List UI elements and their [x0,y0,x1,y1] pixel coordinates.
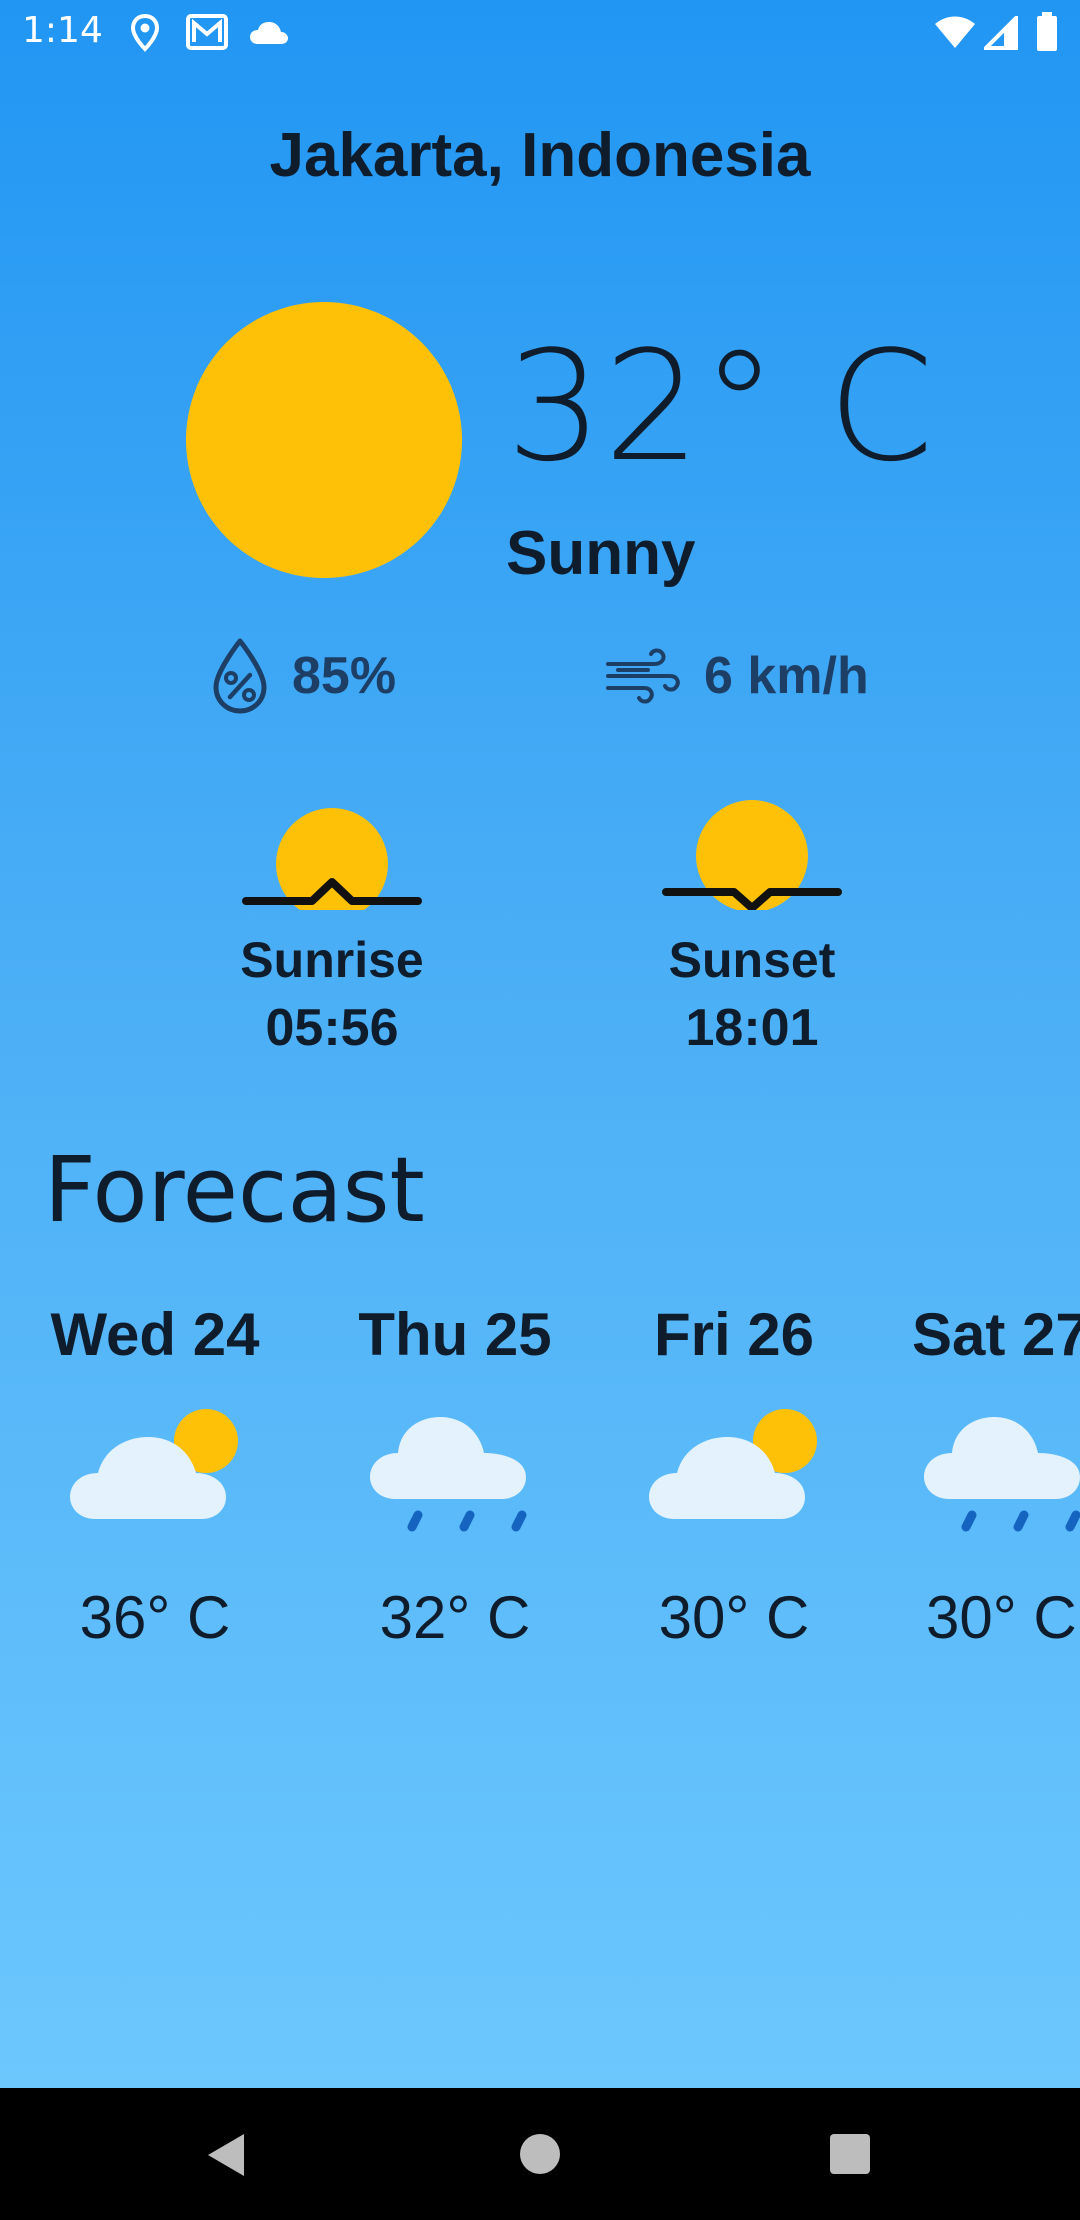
forecast-day: Sat 27 [912,1301,1080,1368]
sunrise-block: Sunrise 05:56 [202,800,462,1060]
sunrise-icon [242,808,422,910]
partly-cloudy-icon [649,1409,817,1519]
forecast-day: Thu 25 [358,1301,552,1368]
rain-cloud-icon [370,1417,527,1532]
forecast-item-thu[interactable]: Thu 25 32° C [335,1300,575,1652]
mail-icon [186,14,228,50]
cloud-icon [250,22,288,44]
weather-screen: 1:14 Jakarta, Indonesia 32° C Sunny 85% … [0,0,1080,2088]
forecast-temp: 30° C [658,1584,810,1651]
forecast-item-wed[interactable]: Wed 24 36° C [35,1300,275,1652]
forecast-title: Forecast [44,1138,425,1243]
navigation-bar [0,2088,1080,2220]
forecast-temp: 30° C [926,1584,1077,1651]
home-icon[interactable] [518,2132,562,2176]
rain-cloud-icon [924,1417,1080,1532]
wind-icon [606,648,680,704]
status-bar: 1:14 [0,0,1080,66]
sunset-label: Sunset [668,932,836,988]
forecast-day: Wed 24 [50,1301,260,1368]
sunrise-time: 05:56 [265,999,399,1057]
wind-value: 6 km/h [704,647,869,705]
humidity-drop-icon [213,638,267,714]
humidity-value: 85% [292,647,397,705]
sunset-block: Sunset 18:01 [622,800,882,1060]
forecast-day: Fri 26 [653,1301,815,1368]
sunrise-label: Sunrise [240,932,424,988]
current-temperature: 32° C [506,318,935,495]
humidity-stat: 85% [210,636,396,716]
partly-cloudy-icon [70,1409,238,1519]
back-icon[interactable] [204,2132,248,2178]
signal-icon [984,16,1018,50]
sun-icon [186,302,462,578]
forecast-temp: 32° C [379,1584,531,1651]
status-time: 1:14 [22,10,103,51]
forecast-item-sat[interactable]: Sat 27 30° C [890,1300,1080,1652]
recents-icon[interactable] [828,2132,872,2176]
location-title: Jakarta, Indonesia [269,121,811,190]
location-icon [130,14,160,52]
wind-stat: 6 km/h [604,636,869,716]
sunset-time: 18:01 [685,999,819,1057]
sunset-icon [662,800,842,910]
forecast-temp: 36° C [79,1584,231,1651]
forecast-item-fri[interactable]: Fri 26 30° C [614,1300,854,1652]
battery-icon [1037,12,1057,51]
current-condition: Sunny [506,519,696,588]
wifi-icon [935,16,975,48]
